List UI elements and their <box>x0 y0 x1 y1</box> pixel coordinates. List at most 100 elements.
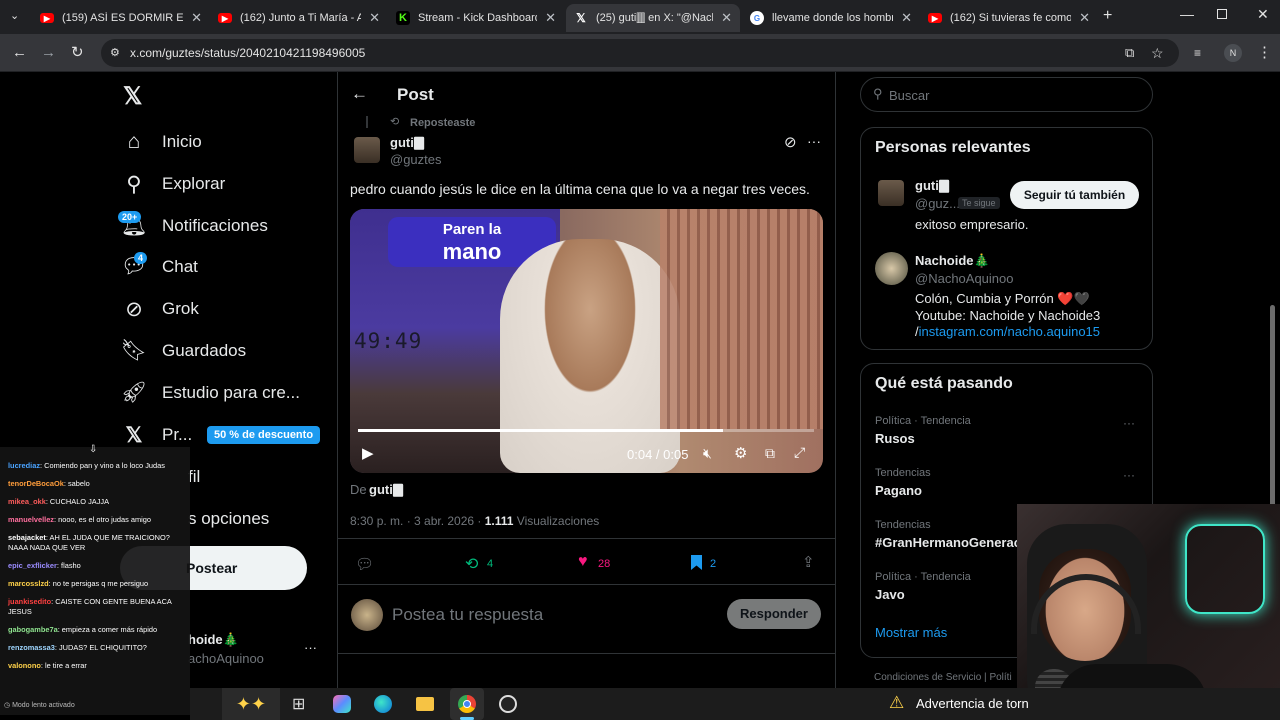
copilot-icon[interactable] <box>333 695 351 713</box>
chat-username[interactable]: mikea_okk <box>8 497 46 506</box>
chat-message: manuelvellez: nooo, es el otro judas ami… <box>8 515 182 525</box>
post-timestamp[interactable]: 8:30 p. m. · 3 abr. 2026 · <box>350 514 485 528</box>
nav-item-grok[interactable]: ⊘ Grok <box>121 294 199 324</box>
pip-icon[interactable]: ⧉ <box>765 445 775 462</box>
close-tab-icon[interactable]: ✕ <box>369 10 380 26</box>
notifications-badge: 20+ <box>118 211 142 223</box>
more-icon[interactable]: ··· <box>304 640 317 655</box>
trend-item[interactable]: Política · Tendencia Rusos ··· <box>861 412 1152 462</box>
browser-tab-2[interactable]: ▶ (162) Junto a Ti María - Ati ✕ <box>210 4 388 32</box>
maximize-icon[interactable] <box>1217 9 1227 19</box>
nav-item-chat[interactable]: 💬︎ Chat <box>121 252 198 282</box>
author-handle[interactable]: @guztes <box>390 152 442 167</box>
install-app-icon[interactable]: ⧉ <box>1125 39 1134 67</box>
new-tab-icon[interactable]: + <box>1103 7 1112 25</box>
person-handle[interactable]: @guz... <box>915 196 960 211</box>
follow-back-button[interactable]: Seguir tú también <box>1010 181 1139 209</box>
nav-item-premium[interactable]: 𝕏 Pr... <box>121 420 193 450</box>
nav-item-more[interactable]: s opciones <box>188 504 269 534</box>
repost-icon[interactable]: ⟲ <box>465 554 478 574</box>
reply-button[interactable]: Responder <box>727 599 821 629</box>
taskbar-widget-sparkle[interactable]: ✦✦ <box>222 688 280 720</box>
person-avatar[interactable] <box>875 252 908 285</box>
chat-username[interactable]: juankisedito <box>8 597 51 606</box>
search-input[interactable]: ⚲ Buscar <box>860 77 1153 112</box>
person-avatar[interactable] <box>878 180 904 206</box>
chat-collapse-icon[interactable]: ⇩ <box>89 445 97 455</box>
chat-username[interactable]: gabogambe7a <box>8 625 58 634</box>
person-name[interactable]: Nachoide🎄 <box>915 253 990 269</box>
browser-tab-4-active[interactable]: 𝕏 (25) guti🀫 en X: "@NachoA ✕ <box>566 4 740 32</box>
close-tab-icon[interactable]: ✕ <box>191 10 202 26</box>
chat-username[interactable]: manuelvellez <box>8 515 54 524</box>
person-handle[interactable]: @NachoAquinoo <box>915 271 1013 286</box>
nav-item-explore[interactable]: ⚲ Explorar <box>121 169 225 199</box>
chrome-taskbar-button[interactable] <box>450 688 484 720</box>
person-name[interactable]: guti🀫 <box>915 178 949 194</box>
bookmark-filled-icon[interactable] <box>691 555 702 570</box>
profile-avatar[interactable]: N <box>1224 44 1242 62</box>
obs-icon[interactable] <box>499 695 517 713</box>
video-player[interactable]: Paren la mano 49:49 ▶ 0:04 / 0:05 🔇︎ ⚙ ⧉… <box>350 209 823 473</box>
author-name[interactable]: guti🀫 <box>390 135 424 151</box>
share-icon[interactable]: ⇪ <box>802 553 815 571</box>
chat-username[interactable]: renzomassa3 <box>8 643 55 652</box>
instagram-link[interactable]: instagram.com/nacho.aquino15 <box>919 324 1100 339</box>
file-explorer-icon[interactable] <box>416 697 434 711</box>
menu-icon[interactable]: ⋮ <box>1257 44 1272 62</box>
mute-icon[interactable]: 🔇︎ <box>703 445 712 462</box>
browser-tab-5[interactable]: G llevame donde los hombre ✕ <box>742 4 920 32</box>
close-tab-icon[interactable]: ✕ <box>1079 10 1090 26</box>
from-author[interactable]: guti🀫 <box>369 482 403 498</box>
show-more-link[interactable]: Mostrar más <box>875 625 947 640</box>
author-avatar[interactable] <box>354 137 380 163</box>
browser-tab-3[interactable]: K Stream - Kick Dashboard ✕ <box>388 4 564 32</box>
site-info-icon[interactable]: ⚙ <box>110 39 120 67</box>
x-logo-icon[interactable]: 𝕏 <box>123 82 142 111</box>
close-window-icon[interactable]: ✕ <box>1257 6 1269 23</box>
task-view-icon[interactable]: ⊞ <box>292 694 305 714</box>
tab-search-icon[interactable]: ⌄ <box>10 9 19 22</box>
bookmark-icon: 🔖︎ <box>120 339 148 362</box>
chat-username[interactable]: lucrediaz <box>8 461 40 470</box>
footer-terms-link[interactable]: Condiciones de Servicio <box>874 672 981 683</box>
nav-item-bookmarks[interactable]: 🔖︎ Guardados <box>121 336 246 366</box>
weather-alert-text[interactable]: Advertencia de torn <box>916 696 1029 711</box>
fullscreen-icon[interactable]: ⤢ <box>794 444 805 461</box>
media-control-icon[interactable]: ≡ <box>1194 44 1201 62</box>
like-icon[interactable]: ♥ <box>578 553 588 571</box>
close-tab-icon[interactable]: ✕ <box>721 10 732 26</box>
reply-input[interactable]: Postea tu respuesta <box>392 605 543 625</box>
forward-icon[interactable]: → <box>41 44 56 62</box>
premium-discount-badge[interactable]: 50 % de descuento <box>207 426 321 444</box>
tab-title: (25) guti🀫 en X: "@NachoA <box>596 11 713 24</box>
footer-privacy-link[interactable]: Políti <box>989 672 1011 683</box>
reload-icon[interactable]: ↻ <box>71 44 84 62</box>
chat-username[interactable]: sebajacket <box>8 533 46 542</box>
post-more-icon[interactable]: ··· <box>807 133 821 149</box>
browser-tab-1[interactable]: ▶ (159) ASÍ ES DORMIR EN E ✕ <box>32 4 210 32</box>
chat-username[interactable]: tenorDeBocaOk <box>8 479 64 488</box>
close-tab-icon[interactable]: ✕ <box>901 10 912 26</box>
nav-item-home[interactable]: ⌂ Inicio <box>121 127 202 157</box>
play-icon[interactable]: ▶ <box>362 444 374 462</box>
chat-username[interactable]: valonono <box>8 661 41 670</box>
browser-tab-6[interactable]: ▶ (162) Si tuvieras fe como u ✕ <box>920 4 1098 32</box>
nav-item-creator-studio[interactable]: 🚀︎ Estudio para cre... <box>121 378 300 408</box>
trend-more-icon[interactable]: ··· <box>1123 416 1135 430</box>
bookmark-star-icon[interactable]: ☆ <box>1151 39 1164 67</box>
back-icon[interactable]: ← <box>12 44 27 62</box>
edge-icon[interactable] <box>374 695 392 713</box>
nav-item-notifications[interactable]: 🔔︎ Notificaciones <box>121 211 268 241</box>
close-tab-icon[interactable]: ✕ <box>545 10 556 26</box>
trend-more-icon[interactable]: ··· <box>1123 468 1135 482</box>
settings-icon[interactable]: ⚙ <box>734 444 747 462</box>
chat-username[interactable]: marcosslzd <box>8 579 49 588</box>
back-arrow-icon[interactable]: ← <box>351 84 368 104</box>
chat-username[interactable]: epic_exflicker <box>8 561 57 570</box>
grok-explain-icon[interactable]: ⊘ <box>784 133 797 151</box>
address-field[interactable]: ⚙ x.com/guztes/status/204021042119849600… <box>101 39 1179 67</box>
account-switcher[interactable]: hoide🎄 achoAquinoo ··· <box>188 632 320 672</box>
reply-icon[interactable]: 💬︎ <box>355 555 374 573</box>
minimize-icon[interactable]: — <box>1180 6 1194 22</box>
